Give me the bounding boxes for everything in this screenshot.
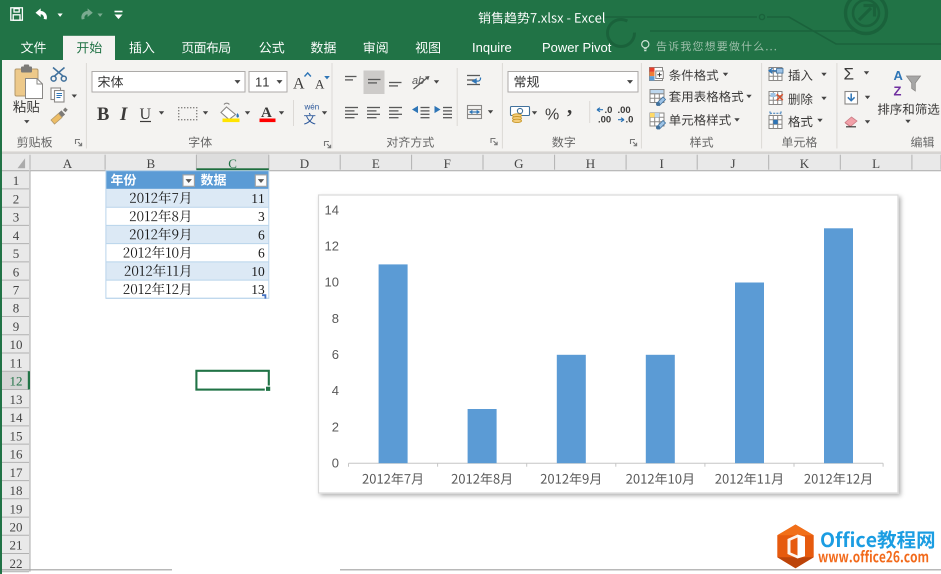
svg-text:8: 8 — [332, 311, 339, 326]
svg-text:0: 0 — [332, 455, 339, 470]
svg-text:5: 5 — [13, 246, 20, 261]
svg-text:12: 12 — [10, 374, 23, 389]
svg-text:14: 14 — [325, 202, 339, 217]
svg-text:11: 11 — [255, 74, 269, 89]
svg-text:B: B — [146, 156, 155, 171]
svg-text:17: 17 — [10, 465, 24, 480]
svg-text:Power Pivot: Power Pivot — [542, 40, 612, 55]
svg-text:20: 20 — [10, 520, 23, 535]
svg-text:U: U — [140, 106, 152, 123]
svg-text:Z: Z — [894, 84, 902, 99]
svg-text:3: 3 — [13, 210, 20, 225]
svg-text:1: 1 — [13, 173, 20, 188]
svg-text:14: 14 — [10, 410, 24, 425]
svg-text:K: K — [800, 156, 810, 171]
svg-text:11: 11 — [10, 355, 23, 370]
svg-text:.00: .00 — [598, 115, 611, 126]
svg-text:I: I — [119, 105, 128, 125]
svg-text:6: 6 — [258, 246, 265, 261]
svg-text:9: 9 — [13, 319, 20, 334]
svg-text:J: J — [730, 156, 735, 171]
svg-text:11: 11 — [251, 191, 265, 206]
svg-text:2: 2 — [13, 191, 20, 206]
svg-text:16: 16 — [10, 447, 24, 462]
svg-text:22: 22 — [10, 556, 23, 571]
svg-text:D: D — [300, 156, 309, 171]
svg-text:H: H — [586, 156, 595, 171]
svg-text:13: 13 — [10, 392, 23, 407]
svg-text:wén: wén — [304, 103, 320, 112]
svg-text:2: 2 — [332, 419, 339, 434]
svg-text:10: 10 — [251, 264, 265, 279]
svg-text:A: A — [293, 76, 305, 93]
svg-text:10: 10 — [10, 337, 23, 352]
svg-text:6: 6 — [258, 227, 265, 242]
svg-text:G: G — [514, 156, 523, 171]
svg-text:A: A — [315, 77, 325, 92]
svg-text:21: 21 — [10, 538, 23, 553]
svg-text:7: 7 — [13, 283, 20, 298]
svg-text:Σ: Σ — [844, 65, 855, 84]
svg-text:F: F — [444, 156, 451, 171]
svg-text:I: I — [660, 156, 664, 171]
svg-text:10: 10 — [325, 275, 339, 290]
svg-text:6: 6 — [13, 264, 20, 279]
svg-text:B: B — [97, 105, 109, 125]
svg-text:A: A — [63, 156, 73, 171]
svg-text:8: 8 — [13, 301, 20, 316]
svg-text:19: 19 — [10, 501, 23, 516]
svg-text:%: % — [545, 107, 559, 124]
svg-text:.0: .0 — [626, 115, 634, 126]
svg-text:4: 4 — [13, 228, 20, 243]
svg-text:3: 3 — [258, 209, 265, 224]
svg-text:C: C — [228, 156, 237, 171]
svg-text:L: L — [872, 156, 880, 171]
svg-text:6: 6 — [332, 347, 339, 362]
svg-text:4: 4 — [332, 383, 339, 398]
svg-text:12: 12 — [325, 239, 339, 254]
svg-text:E: E — [372, 156, 380, 171]
svg-text:A: A — [894, 68, 904, 83]
svg-text:,: , — [567, 94, 572, 118]
svg-text:Inquire: Inquire — [472, 40, 512, 55]
svg-text:18: 18 — [10, 483, 23, 498]
svg-text:15: 15 — [10, 428, 23, 443]
